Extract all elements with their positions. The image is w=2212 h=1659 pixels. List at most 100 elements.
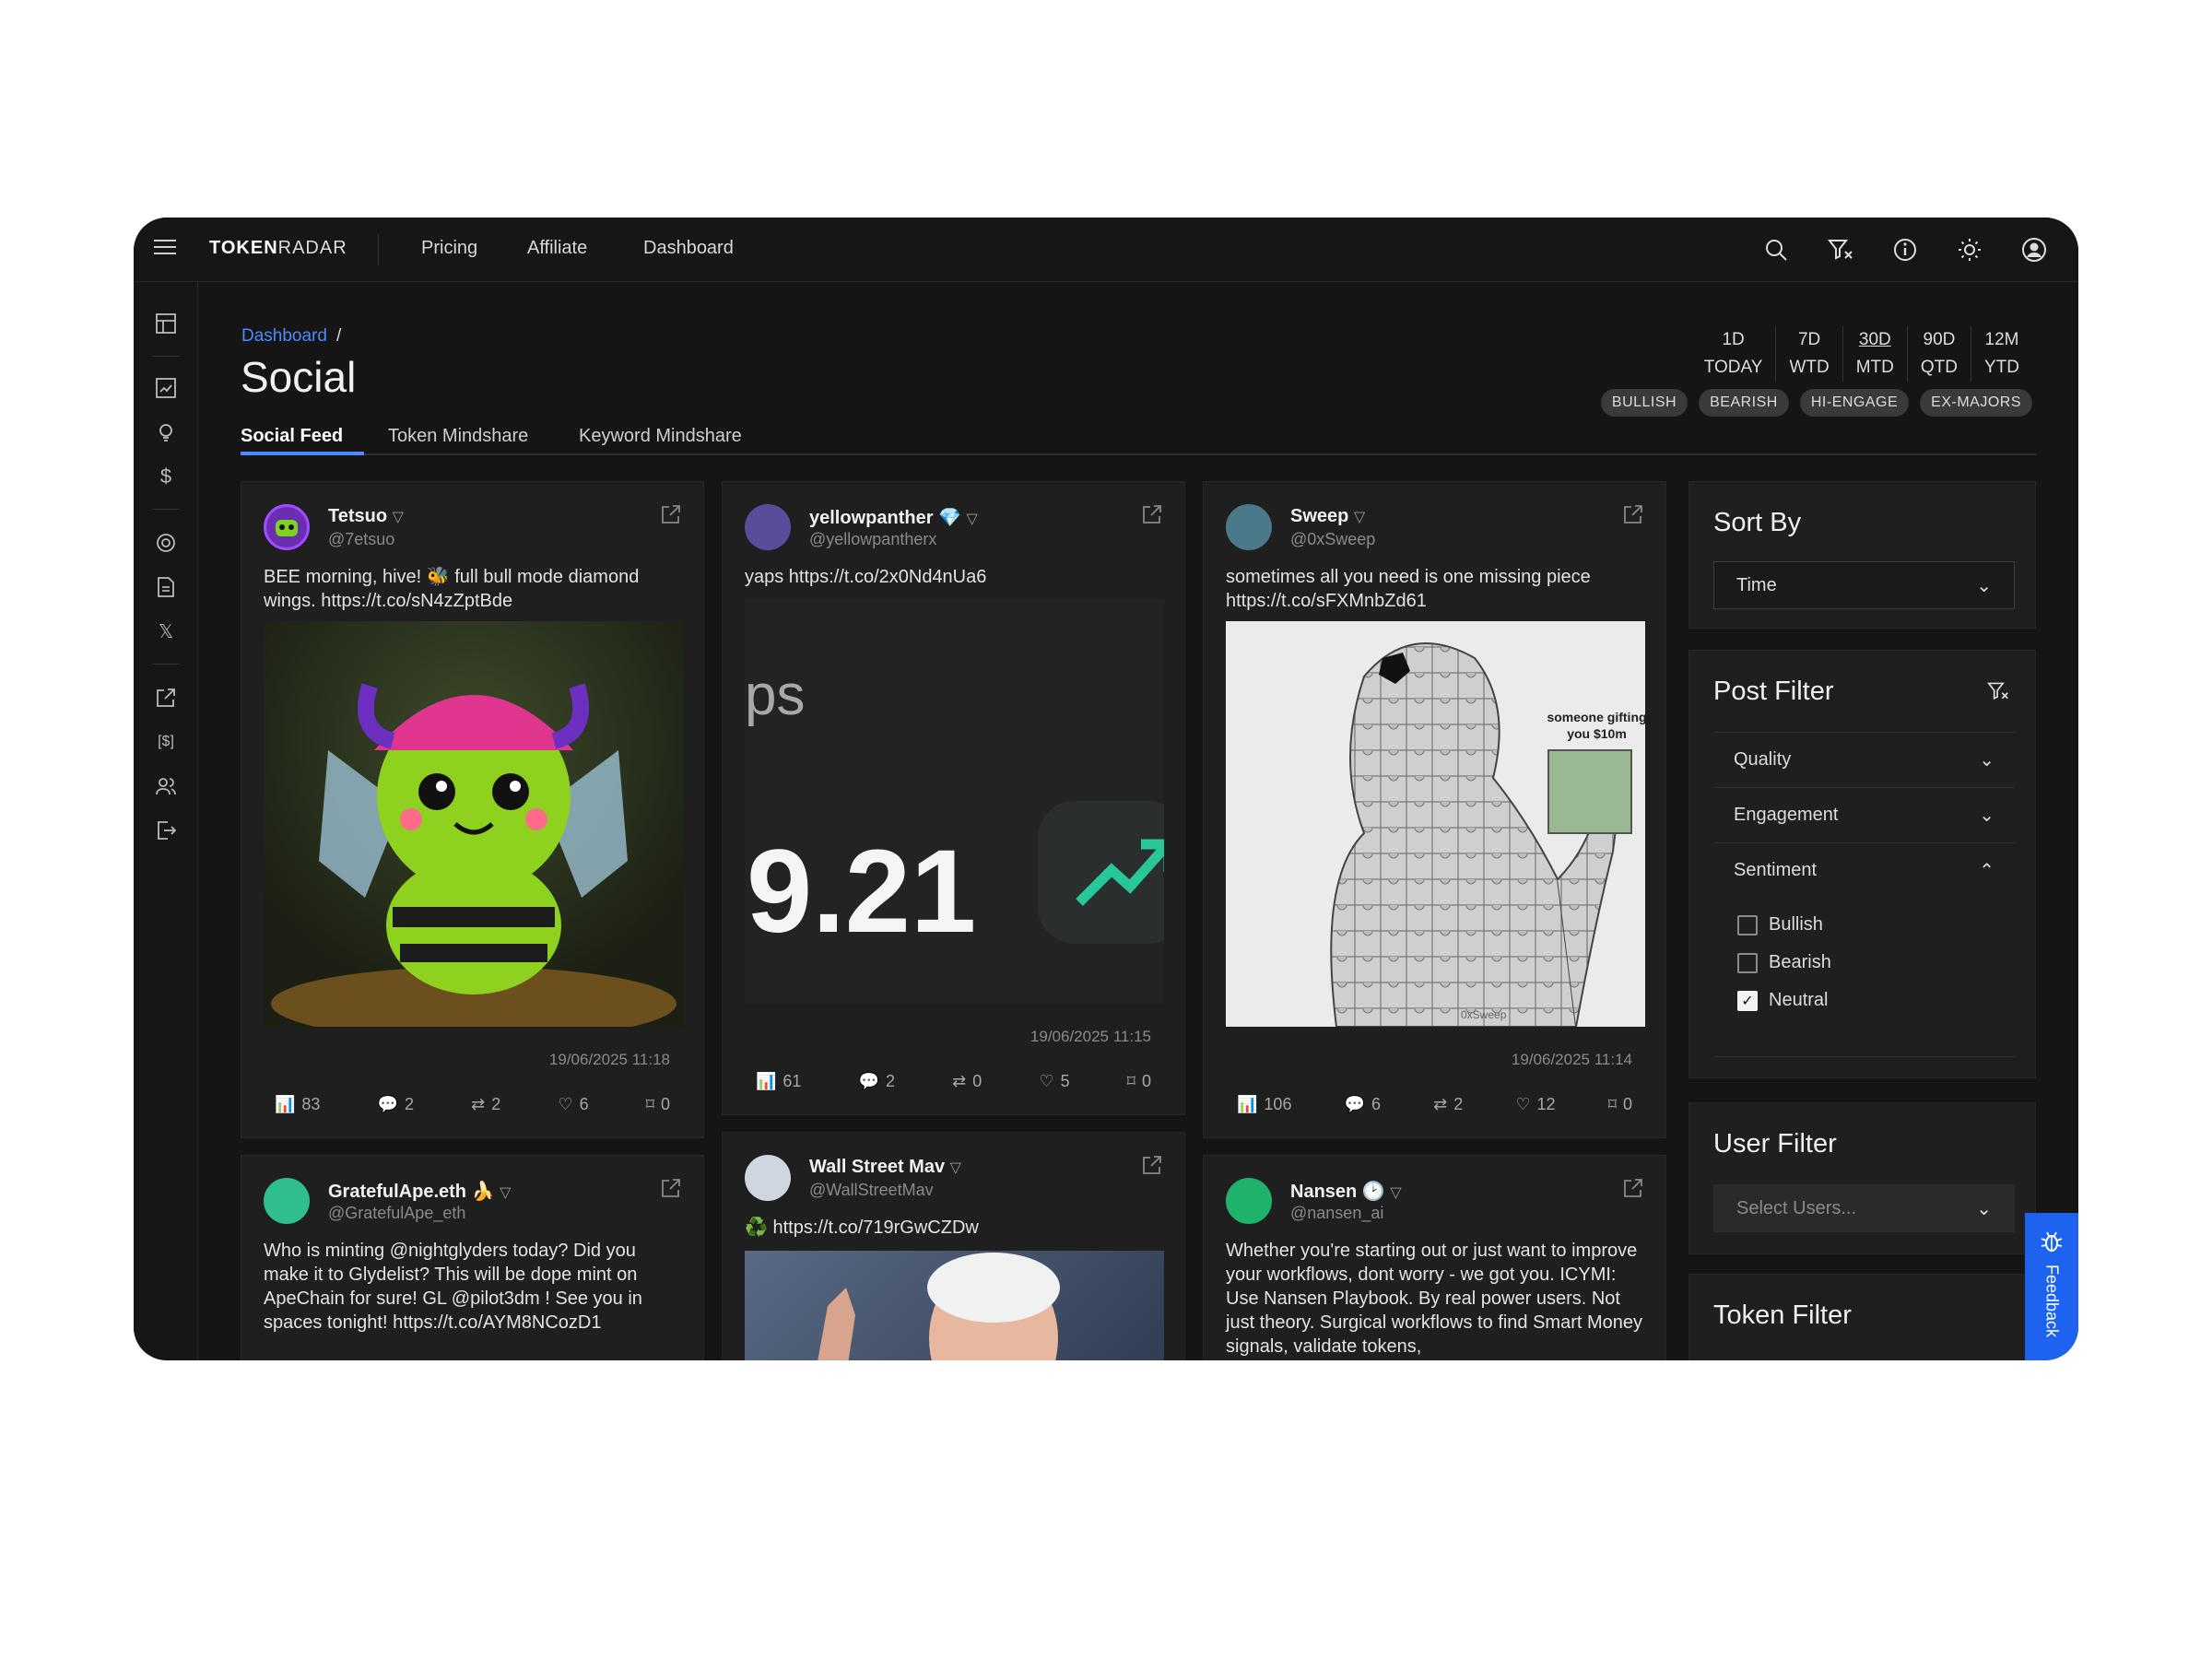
avatar[interactable] [1226, 504, 1272, 550]
likes-stat[interactable]: ♡ 6 [558, 1095, 588, 1114]
dashboard-grid-icon[interactable] [152, 310, 180, 337]
post-handle[interactable]: @nansen_ai [1290, 1204, 1383, 1223]
nav-dashboard[interactable]: Dashboard [643, 238, 734, 259]
views-stat[interactable]: 📊 61 [756, 1072, 801, 1091]
badge-bearish[interactable]: BEARISH [1699, 389, 1789, 417]
reposts-stat[interactable]: ⇄ 2 [1433, 1095, 1463, 1114]
post-card[interactable]: yellowpanther 💎 ▽ @yellowpantherx yaps h… [722, 481, 1185, 1115]
avatar[interactable] [264, 1178, 310, 1224]
post-handle[interactable]: @7etsuo [328, 530, 394, 549]
post-handle[interactable]: @GratefulApe_eth [328, 1204, 465, 1223]
bookmarks-stat[interactable]: ⌑ 0 [1127, 1072, 1151, 1091]
sentiment-bullish[interactable]: Bullish [1737, 914, 1823, 935]
post-author[interactable]: Sweep ▽ [1290, 506, 1365, 527]
filter-author-icon[interactable]: ▽ [1390, 1185, 1401, 1201]
external-link-icon[interactable] [152, 684, 180, 712]
post-author[interactable]: Wall Street Mav ▽ [809, 1157, 961, 1178]
filter-author-icon[interactable]: ▽ [500, 1185, 511, 1201]
filter-clear-icon[interactable] [1987, 680, 2009, 702]
likes-stat[interactable]: ♡ 12 [1515, 1095, 1555, 1114]
avatar[interactable] [745, 1155, 791, 1201]
checkbox[interactable] [1737, 952, 1758, 973]
open-external-icon[interactable] [661, 504, 681, 524]
search-icon[interactable] [1760, 234, 1792, 265]
post-card[interactable]: Tetsuo ▽ @7etsuo BEE morning, hive! 🐝 fu… [241, 481, 704, 1138]
sort-select[interactable]: Time ⌄ [1713, 561, 2015, 609]
post-card[interactable]: Wall Street Mav ▽ @WallStreetMav ♻️ http… [722, 1132, 1185, 1360]
post-image-photo[interactable] [745, 1251, 1164, 1360]
post-author[interactable]: yellowpanther 💎 ▽ [809, 506, 978, 529]
x-logo-icon[interactable]: 𝕏 [152, 618, 180, 645]
range-7d[interactable]: 7D WTD [1775, 326, 1841, 382]
open-external-icon[interactable] [1142, 504, 1162, 524]
filter-sentiment[interactable]: Sentiment ⌃ [1713, 842, 2015, 898]
reposts-stat[interactable]: ⇄ 2 [471, 1095, 500, 1114]
avatar[interactable] [745, 504, 791, 550]
user-select[interactable]: Select Users... ⌄ [1713, 1184, 2015, 1232]
post-image-stat[interactable]: ps 9.21 [745, 598, 1164, 1004]
nav-affiliate[interactable]: Affiliate [527, 238, 587, 259]
post-card[interactable]: Sweep ▽ @0xSweep sometimes all you need … [1203, 481, 1666, 1138]
post-author[interactable]: GratefulApe.eth 🍌 ▽ [328, 1180, 511, 1203]
badge-ex-majors[interactable]: EX-MAJORS [1920, 389, 2032, 417]
menu-icon[interactable] [154, 240, 176, 258]
tab-keyword-mindshare[interactable]: Keyword Mindshare [579, 426, 742, 447]
checkbox-checked[interactable]: ✓ [1737, 990, 1758, 1011]
filter-engagement[interactable]: Engagement ⌄ [1713, 787, 2015, 842]
badge-bullish[interactable]: BULLISH [1600, 389, 1688, 417]
sentiment-neutral[interactable]: ✓ Neutral [1737, 990, 1828, 1011]
account-icon[interactable] [2018, 234, 2050, 265]
info-icon[interactable] [1889, 234, 1921, 265]
bookmarks-stat[interactable]: ⌑ 0 [646, 1095, 670, 1114]
post-image-puzzle[interactable]: someone gifting you $10m 0xSweep [1226, 621, 1645, 1027]
likes-stat[interactable]: ♡ 5 [1039, 1072, 1069, 1091]
open-external-icon[interactable] [1623, 504, 1643, 524]
bulb-icon[interactable] [152, 418, 180, 446]
avatar[interactable] [1226, 1178, 1272, 1224]
tab-social-feed[interactable]: Social Feed [241, 426, 343, 447]
nav-pricing[interactable]: Pricing [421, 238, 477, 259]
post-image-bee[interactable] [264, 621, 683, 1027]
filter-author-icon[interactable]: ▽ [950, 1160, 961, 1176]
range-1d[interactable]: 1D TODAY [1691, 326, 1776, 382]
open-external-icon[interactable] [1142, 1155, 1162, 1175]
target-icon[interactable] [152, 529, 180, 557]
filter-author-icon[interactable]: ▽ [967, 512, 978, 527]
open-external-icon[interactable] [661, 1178, 681, 1198]
replies-stat[interactable]: 💬 6 [1345, 1095, 1381, 1114]
range-90d[interactable]: 90D QTD [1906, 326, 1971, 382]
filter-quality[interactable]: Quality ⌄ [1713, 732, 2015, 787]
post-card[interactable]: GratefulApe.eth 🍌 ▽ @GratefulApe_eth Who… [241, 1155, 704, 1360]
bracket-dollar-icon[interactable]: [$] [152, 728, 180, 756]
tab-token-mindshare[interactable]: Token Mindshare [388, 426, 528, 447]
filter-clear-icon[interactable] [1825, 234, 1856, 265]
post-author[interactable]: Nansen 🕑 ▽ [1290, 1180, 1402, 1203]
open-external-icon[interactable] [1623, 1178, 1643, 1198]
feedback-button[interactable]: Feedback [2025, 1213, 2078, 1360]
range-12m[interactable]: 12M YTD [1971, 326, 2032, 382]
theme-sun-icon[interactable] [1954, 234, 1985, 265]
breadcrumb-dashboard-link[interactable]: Dashboard [241, 326, 327, 346]
logo[interactable]: TOKENRADAR [209, 238, 347, 259]
users-icon[interactable] [152, 772, 180, 800]
post-author[interactable]: Tetsuo ▽ [328, 506, 404, 527]
avatar[interactable] [264, 504, 310, 550]
range-30d[interactable]: 30D MTD [1841, 326, 1907, 382]
bookmarks-stat[interactable]: ⌑ 0 [1608, 1095, 1632, 1114]
chart-box-icon[interactable] [152, 374, 180, 402]
post-handle[interactable]: @yellowpantherx [809, 530, 936, 549]
badge-hi-engage[interactable]: HI-ENGAGE [1799, 389, 1910, 417]
post-card[interactable]: Nansen 🕑 ▽ @nansen_ai Whether you're sta… [1203, 1155, 1666, 1360]
post-handle[interactable]: @0xSweep [1290, 530, 1375, 549]
sentiment-bearish[interactable]: Bearish [1737, 952, 1831, 973]
reposts-stat[interactable]: ⇄ 0 [952, 1072, 982, 1091]
filter-author-icon[interactable]: ▽ [393, 510, 404, 525]
views-stat[interactable]: 📊 83 [275, 1095, 320, 1114]
document-icon[interactable] [152, 573, 180, 601]
replies-stat[interactable]: 💬 2 [859, 1072, 895, 1091]
post-handle[interactable]: @WallStreetMav [809, 1181, 934, 1200]
replies-stat[interactable]: 💬 2 [378, 1095, 414, 1114]
filter-author-icon[interactable]: ▽ [1354, 510, 1365, 525]
checkbox[interactable] [1737, 914, 1758, 935]
views-stat[interactable]: 📊 106 [1237, 1095, 1291, 1114]
